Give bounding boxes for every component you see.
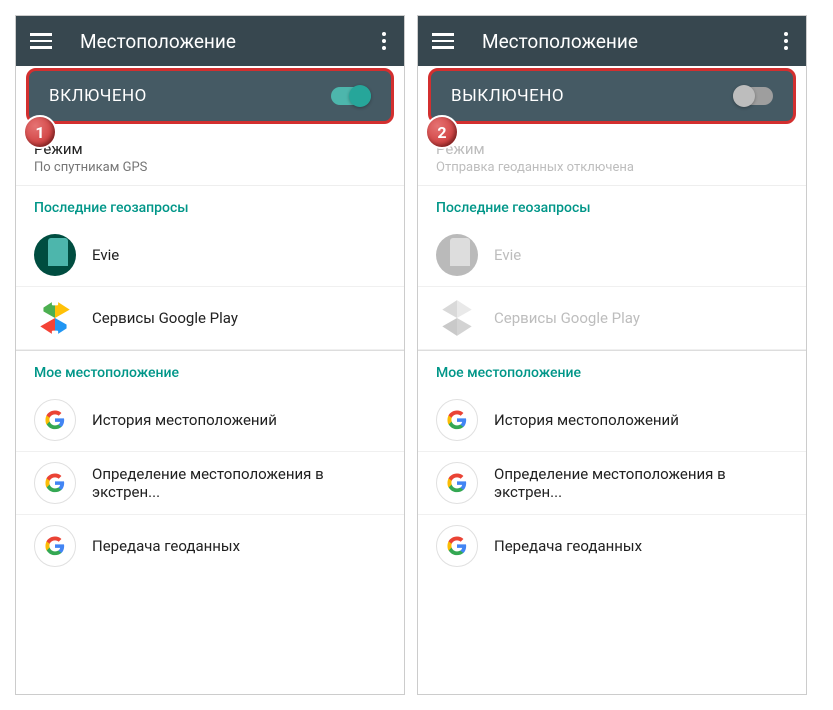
list-item[interactable]: Определение местоположения в экстрен... xyxy=(418,452,806,515)
toggle-label: ВЫКЛЮЧЕНО xyxy=(451,86,733,106)
google-icon xyxy=(436,525,478,567)
toggle-label: ВКЛЮЧЕНО xyxy=(49,86,331,106)
evie-icon xyxy=(436,234,478,276)
item-label: История местоположений xyxy=(494,411,679,429)
list-item[interactable]: История местоположений xyxy=(418,389,806,452)
list-item: Сервисы Google Play xyxy=(418,287,806,350)
list-item: Evie xyxy=(418,224,806,287)
overflow-icon[interactable] xyxy=(780,28,792,54)
google-icon xyxy=(34,462,76,504)
item-label: Передача геоданных xyxy=(92,537,240,555)
list-item[interactable]: Evie xyxy=(16,224,404,287)
step-badge: 2 xyxy=(425,115,459,149)
item-label: История местоположений xyxy=(92,411,277,429)
item-label: Evie xyxy=(92,246,119,264)
item-label: Сервисы Google Play xyxy=(92,309,238,327)
item-label: Сервисы Google Play xyxy=(494,309,640,327)
menu-icon[interactable] xyxy=(30,33,52,49)
google-icon xyxy=(34,525,76,567)
location-switch[interactable] xyxy=(331,87,371,105)
overflow-icon[interactable] xyxy=(378,28,390,54)
mode-title: Режим xyxy=(436,140,788,158)
page-title: Местоположение xyxy=(482,30,780,53)
google-icon xyxy=(436,462,478,504)
page-title: Местоположение xyxy=(80,30,378,53)
app-bar: Местоположение xyxy=(16,16,404,66)
list-item[interactable]: Сервисы Google Play xyxy=(16,287,404,350)
menu-icon[interactable] xyxy=(432,33,454,49)
mode-row: Режим Отправка геоданных отключена xyxy=(418,126,806,186)
location-toggle-bar[interactable]: 2 ВЫКЛЮЧЕНО xyxy=(428,68,796,124)
evie-icon xyxy=(34,234,76,276)
step-badge: 1 xyxy=(23,115,57,149)
mode-title: Режим xyxy=(34,140,386,158)
item-label: Передача геоданных xyxy=(494,537,642,555)
play-services-icon xyxy=(436,297,478,339)
google-icon xyxy=(436,399,478,441)
my-location-header: Мое местоположение xyxy=(418,350,806,389)
item-label: Определение местоположения в экстрен... xyxy=(494,465,788,501)
play-services-icon xyxy=(34,297,76,339)
location-toggle-bar[interactable]: 1 ВКЛЮЧЕНО xyxy=(26,68,394,124)
recent-header: Последние геозапросы xyxy=(16,186,404,224)
list-item[interactable]: Передача геоданных xyxy=(16,515,404,577)
item-label: Определение местоположения в экстрен... xyxy=(92,465,386,501)
mode-subtitle: Отправка геоданных отключена xyxy=(436,160,788,175)
recent-header: Последние геозапросы xyxy=(418,186,806,224)
google-icon xyxy=(34,399,76,441)
mode-subtitle: По спутникам GPS xyxy=(34,160,386,175)
mode-row[interactable]: Режим По спутникам GPS xyxy=(16,126,404,186)
screen-right: Местоположение 2 ВЫКЛЮЧЕНО Режим Отправк… xyxy=(417,15,807,695)
list-item[interactable]: История местоположений xyxy=(16,389,404,452)
my-location-header: Мое местоположение xyxy=(16,350,404,389)
screen-left: Местоположение 1 ВКЛЮЧЕНО Режим По спутн… xyxy=(15,15,405,695)
location-switch[interactable] xyxy=(733,87,773,105)
list-item[interactable]: Определение местоположения в экстрен... xyxy=(16,452,404,515)
item-label: Evie xyxy=(494,246,521,264)
app-bar: Местоположение xyxy=(418,16,806,66)
list-item[interactable]: Передача геоданных xyxy=(418,515,806,577)
